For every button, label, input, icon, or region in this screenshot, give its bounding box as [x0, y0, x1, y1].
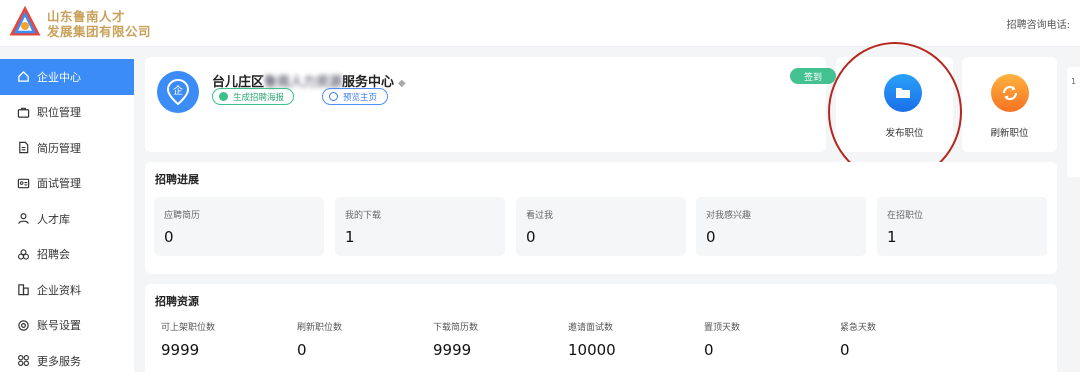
enterprise-icon: 企 [166, 78, 190, 106]
brand-name: 山东鲁南人才 发展集团有限公司 [47, 9, 151, 39]
resource-label: 刷新职位数 [297, 323, 343, 333]
stat-value: 0 [164, 228, 174, 246]
services-icon [16, 354, 30, 368]
resource-value: 0 [297, 341, 307, 359]
sidebar-item-label: 人才库 [37, 212, 70, 226]
sidebar-item-resume-management[interactable]: 简历管理 [0, 130, 134, 166]
resource-value: 10000 [568, 341, 616, 359]
avatar-glyph: 企 [173, 84, 183, 97]
resource-label: 邀请面试数 [568, 323, 614, 333]
resource-label: 可上架职位数 [161, 323, 216, 333]
document-icon [16, 141, 30, 155]
plus-circle-icon [219, 92, 228, 101]
stat-value: 0 [706, 228, 716, 246]
recruitment-resources-panel: 招聘资源 可上架职位数 9999 刷新职位数 0 下载简历数 9999 邀请面试… [145, 284, 1057, 372]
sidebar-item-label: 企业资料 [37, 283, 81, 297]
sidebar: 企业中心 职位管理 简历管理 面试管理 人才库 招聘会 企业资料 账号设置 更多… [0, 59, 134, 372]
sidebar-item-talent-pool[interactable]: 人才库 [0, 201, 134, 237]
resource-refresh-count: 刷新职位数 0 [297, 320, 342, 359]
home-icon [16, 70, 30, 84]
resource-interview-invites: 邀请面试数 10000 [568, 320, 616, 359]
resource-label: 紧急天数 [840, 323, 877, 333]
id-card-icon [16, 176, 30, 190]
stat-value: 0 [526, 228, 536, 246]
sidebar-item-account-settings[interactable]: 账号设置 [0, 308, 134, 344]
sidebar-item-company-profile[interactable]: 企业资料 [0, 272, 134, 308]
company-avatar: 企 [157, 71, 199, 113]
diamond-icon: ◆ [398, 78, 406, 89]
briefcase-icon [16, 105, 30, 119]
stat-label: 看过我 [526, 211, 554, 221]
sidebar-item-job-management[interactable]: 职位管理 [0, 95, 134, 131]
hotline-label: 招聘咨询电话: [1006, 20, 1070, 31]
stat-label: 应聘简历 [164, 211, 201, 221]
resource-value: 9999 [161, 341, 200, 359]
resource-download-resumes: 下载简历数 9999 [433, 320, 478, 359]
resource-value: 0 [704, 341, 714, 359]
publish-job-button[interactable]: 发布职位 [836, 57, 953, 152]
building-icon [16, 283, 30, 297]
resource-listable-jobs: 可上架职位数 9999 [161, 320, 215, 359]
sign-in-button[interactable]: 签到 [790, 68, 836, 84]
progress-title: 招聘进展 [155, 173, 199, 186]
gear-icon [16, 318, 30, 332]
stat-open-positions[interactable]: 在招职位 1 [877, 197, 1047, 256]
resource-label: 下载简历数 [433, 323, 479, 333]
resources-title: 招聘资源 [155, 295, 199, 308]
user-icon [16, 212, 30, 226]
preview-homepage-button[interactable]: 预览主页 [322, 88, 388, 105]
brand-line-2: 发展集团有限公司 [47, 24, 152, 39]
sidebar-item-label: 招聘会 [37, 248, 70, 262]
recruitment-progress-panel: 招聘进展 应聘简历 0 我的下载 1 看过我 0 对我感兴趣 0 在招职位 1 [145, 162, 1057, 274]
brand-line-1: 山东鲁南人才 [47, 9, 126, 24]
folder-icon [884, 74, 922, 112]
stat-value: 1 [887, 228, 897, 246]
refresh-job-label: 刷新职位 [990, 128, 1029, 139]
preview-icon [329, 92, 338, 101]
resource-pin-days: 置顶天数 0 [704, 320, 740, 359]
stat-interested-in-me[interactable]: 对我感兴趣 0 [696, 197, 866, 256]
sidebar-item-label: 面试管理 [37, 177, 81, 191]
sidebar-item-more-services[interactable]: 更多服务 [0, 343, 134, 372]
company-info-card: 企 台儿庄区鲁南人力资源服务中心 ◆ 生成招聘海报 预览主页 签到 [145, 57, 836, 152]
stat-applied-resumes[interactable]: 应聘简历 0 [154, 197, 324, 256]
stat-my-downloads[interactable]: 我的下载 1 [335, 197, 505, 256]
sidebar-item-job-fair[interactable]: 招聘会 [0, 237, 134, 273]
stat-label: 对我感兴趣 [706, 211, 752, 221]
stat-value: 1 [345, 228, 355, 246]
resource-label: 置顶天数 [704, 323, 741, 333]
sidebar-item-interview-management[interactable]: 面试管理 [0, 166, 134, 202]
generate-poster-label: 生成招聘海报 [233, 92, 285, 103]
publish-job-label: 发布职位 [885, 128, 924, 139]
sidebar-item-label: 账号设置 [37, 319, 81, 333]
resource-value: 9999 [433, 341, 472, 359]
right-side-panel-edge: 1 [1067, 67, 1080, 177]
sidebar-item-label: 企业中心 [37, 70, 81, 84]
top-header: 山东鲁南人才 发展集团有限公司 招聘咨询电话: [0, 0, 1080, 47]
refresh-icon [991, 74, 1029, 112]
sidebar-item-enterprise-center[interactable]: 企业中心 [0, 59, 134, 95]
company-logo-icon [9, 6, 41, 36]
sidebar-item-label: 更多服务 [37, 354, 81, 368]
stat-label: 我的下载 [345, 211, 382, 221]
sidebar-item-label: 简历管理 [37, 141, 81, 155]
generate-poster-button[interactable]: 生成招聘海报 [212, 88, 294, 105]
resource-urgent-days: 紧急天数 0 [840, 320, 876, 359]
resource-value: 0 [840, 341, 850, 359]
refresh-job-button[interactable]: 刷新职位 [962, 57, 1057, 152]
stat-label: 在招职位 [887, 211, 924, 221]
circles-icon [16, 247, 30, 261]
sidebar-item-label: 职位管理 [37, 106, 81, 120]
stat-viewed-me[interactable]: 看过我 0 [516, 197, 686, 256]
preview-homepage-label: 预览主页 [343, 92, 378, 103]
